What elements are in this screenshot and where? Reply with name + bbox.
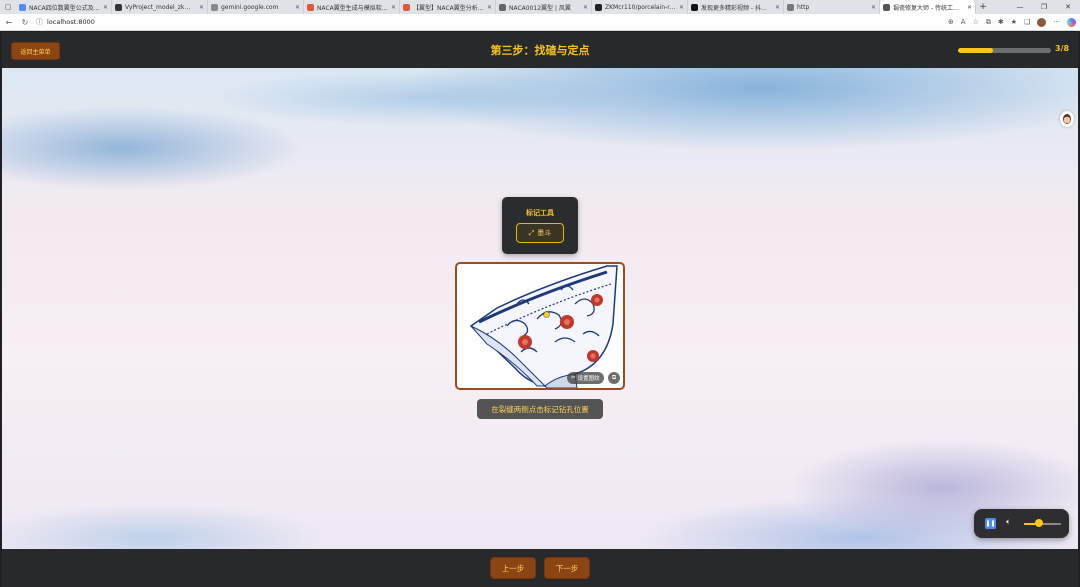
browser-tab[interactable]: 发现更多精彩视频 - 抖音搜索 ✕	[688, 0, 784, 14]
progress-fill	[958, 48, 993, 53]
zoom-icon[interactable]: ⊕	[948, 18, 954, 26]
tool-panel-title: 标记工具	[526, 209, 554, 217]
browser-tab[interactable]: NACA翼型生成与模拟软件工具...✕	[304, 0, 400, 14]
tab-actions-icon[interactable]: ▢	[0, 0, 16, 14]
tab-title: VyProject_model_zkm1/model...	[125, 3, 196, 11]
restore-icon[interactable]: ❐	[1032, 0, 1056, 14]
step-title: 第三步：找碴与定点	[490, 44, 590, 57]
volume-icon[interactable]: 🔈︎	[1006, 517, 1011, 527]
ink-line-icon: ⤢	[528, 228, 535, 237]
window-controls: — ❐ ✕	[1008, 0, 1080, 14]
tool-button-label: 墨斗	[537, 229, 552, 237]
tab-close-icon[interactable]: ✕	[583, 4, 588, 11]
browser-tab-strip: ▢ NACA四位数翼型公式及代码 -✕VyProject_model_zkm1/…	[0, 0, 1080, 14]
image-option-chip[interactable]: ✂ 设置图纹	[567, 372, 604, 384]
tab-favicon-icon	[19, 3, 26, 11]
site-info-icon[interactable]: ⓘ	[36, 17, 43, 27]
favorite-star-icon[interactable]: ☆	[973, 18, 979, 26]
reload-icon[interactable]: ↻	[20, 18, 30, 27]
tab-favicon-icon	[499, 3, 506, 11]
tab-favicon-icon	[211, 3, 218, 11]
audio-control: ❚❚ 🔈︎	[974, 509, 1069, 538]
browser-tab[interactable]: gemini.google.com ✕	[208, 0, 304, 14]
browser-tab[interactable]: NACA0012翼型 | 风翼 ✕	[496, 0, 592, 14]
new-tab-button[interactable]: +	[976, 0, 990, 14]
split-screen-icon[interactable]: ⧉	[986, 18, 991, 27]
browser-tab[interactable]: http ✕	[784, 0, 880, 14]
tab-close-icon[interactable]: ✕	[391, 4, 396, 11]
profile-avatar[interactable]	[1037, 17, 1047, 27]
tool-panel: 标记工具 ⤢ 墨斗	[502, 197, 578, 254]
url-text: localhost:8000	[47, 18, 95, 26]
ink-line-tool-button[interactable]: ⤢ 墨斗	[516, 223, 564, 243]
address-bar: ← ↻ ⓘ localhost:8000 ⊕ A ☆ ⧉ ✱ ★ ❏ ···	[0, 14, 1080, 31]
tab-favicon-icon	[883, 3, 890, 11]
bottom-bar: 上一步 下一步	[2, 549, 1078, 587]
instruction-hint: 在裂缝两侧点击标记钻孔位置	[477, 399, 603, 419]
browser-tab[interactable]: 【翼型】NACA翼型分析【含Ma...✕	[400, 0, 496, 14]
progress-text: 3/8	[1055, 44, 1070, 53]
browser-tab[interactable]: VyProject_model_zkm1/model...✕	[112, 0, 208, 14]
browser-toolbar: ⊕ A ☆ ⧉ ✱ ★ ❏ ···	[948, 17, 1076, 27]
prev-step-button[interactable]: 上一步	[490, 557, 536, 579]
app-viewport: 返回主菜单 第三步：找碴与定点 3/8 标记工具 ⤢ 墨斗 ✂ 设置图纹 ⧉ 在…	[0, 31, 1080, 587]
minimize-icon[interactable]: —	[1008, 0, 1032, 14]
close-window-icon[interactable]: ✕	[1056, 0, 1080, 14]
tab-favicon-icon	[307, 3, 314, 11]
tab-title: NACA翼型生成与模拟软件工具...	[317, 4, 388, 12]
top-bar: 返回主菜单 第三步：找碴与定点 3/8	[2, 32, 1078, 68]
screenshot-icon[interactable]: ⧉	[608, 372, 620, 384]
tab-title: NACA四位数翼型公式及代码 -	[29, 4, 100, 12]
progress-bar	[958, 48, 1051, 53]
scissors-icon: ✂	[571, 375, 576, 381]
tab-favicon-icon	[787, 3, 794, 11]
tab-close-icon[interactable]: ✕	[679, 4, 684, 11]
browser-tab[interactable]: 锔瓷修复大师 - 传统工艺... ✕	[880, 0, 976, 14]
avatar-face	[1063, 114, 1071, 124]
tab-title: 【翼型】NACA翼型分析【含Ma...	[413, 4, 484, 12]
tab-title: http	[797, 3, 810, 11]
tab-title: gemini.google.com	[221, 3, 279, 11]
next-step-button[interactable]: 下一步	[544, 557, 590, 579]
drill-mark-point[interactable]	[544, 312, 549, 317]
browser-tab[interactable]: ZKMcr110/porcelain-restoratio...✕	[592, 0, 688, 14]
favorites-icon[interactable]: ★	[1011, 18, 1017, 26]
porcelain-bowl-image	[469, 264, 618, 388]
tab-close-icon[interactable]: ✕	[871, 4, 876, 11]
tab-favicon-icon	[403, 3, 410, 11]
read-aloud-icon[interactable]: A	[961, 18, 966, 26]
tab-title: 锔瓷修复大师 - 传统工艺...	[893, 4, 964, 12]
browser-tab[interactable]: NACA四位数翼型公式及代码 -✕	[16, 0, 112, 14]
tab-title: 发现更多精彩视频 - 抖音搜索	[701, 4, 772, 12]
tab-title: NACA0012翼型 | 风翼	[509, 4, 571, 12]
url-field[interactable]: ⓘ localhost:8000	[36, 16, 942, 28]
porcelain-image-frame[interactable]: ✂ 设置图纹 ⧉	[455, 262, 625, 390]
tab-close-icon[interactable]: ✕	[487, 4, 492, 11]
tab-favicon-icon	[115, 3, 122, 11]
back-icon[interactable]: ←	[4, 18, 14, 27]
tab-title: ZKMcr110/porcelain-restoratio...	[605, 3, 676, 11]
image-chip-label: 设置图纹	[577, 376, 600, 382]
tab-favicon-icon	[691, 3, 698, 11]
assistant-avatar[interactable]	[1060, 111, 1074, 127]
tab-close-icon[interactable]: ✕	[103, 4, 108, 11]
tab-close-icon[interactable]: ✕	[295, 4, 300, 11]
tab-close-icon[interactable]: ✕	[775, 4, 780, 11]
tab-favicon-icon	[595, 3, 602, 11]
copilot-icon[interactable]	[1067, 17, 1076, 27]
extensions-icon[interactable]: ✱	[998, 18, 1004, 26]
volume-knob[interactable]	[1034, 519, 1043, 527]
tab-close-icon[interactable]: ✕	[199, 4, 204, 11]
tab-close-icon[interactable]: ✕	[967, 4, 972, 11]
pause-icon[interactable]: ❚❚	[985, 518, 996, 529]
more-menu-icon[interactable]: ···	[1053, 18, 1060, 26]
collections-icon[interactable]: ❏	[1024, 18, 1030, 26]
